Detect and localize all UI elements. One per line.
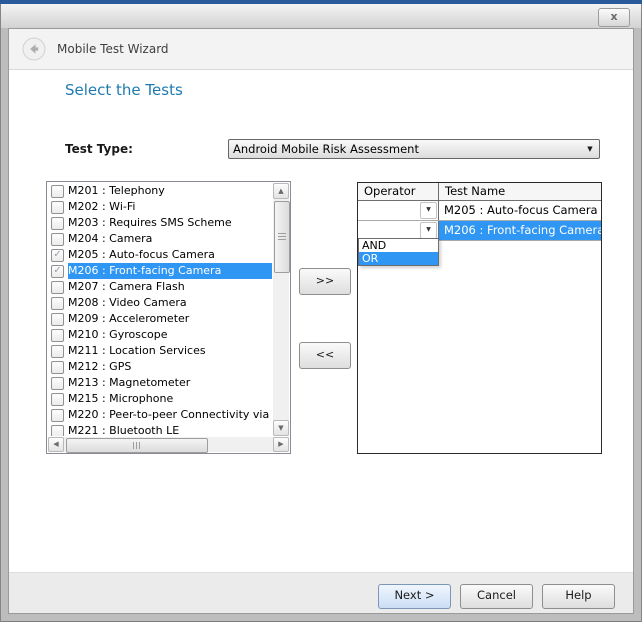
vertical-scrollbar-thumb[interactable] bbox=[274, 201, 290, 273]
horizontal-scrollbar[interactable]: ◀ ▶ bbox=[48, 437, 289, 452]
list-item[interactable]: M211 : Location Services bbox=[48, 343, 272, 359]
list-item-label: M204 : Camera bbox=[68, 231, 272, 247]
horizontal-scrollbar-thumb[interactable] bbox=[66, 438, 208, 453]
list-item[interactable]: M221 : Bluetooth LE bbox=[48, 423, 272, 436]
cancel-button[interactable]: Cancel bbox=[460, 584, 533, 609]
checkbox-icon[interactable] bbox=[51, 297, 64, 310]
test-type-value: Android Mobile Risk Assessment bbox=[229, 142, 581, 156]
list-item[interactable]: M204 : Camera bbox=[48, 231, 272, 247]
operator-dropdown-popup: ANDOR bbox=[358, 238, 439, 266]
list-item[interactable]: ✓ M206 : Front-facing Camera bbox=[48, 263, 272, 279]
checkbox-icon[interactable] bbox=[51, 377, 64, 390]
list-item[interactable]: M203 : Requires SMS Scheme bbox=[48, 215, 272, 231]
list-item[interactable]: M209 : Accelerometer bbox=[48, 311, 272, 327]
list-item-label: M203 : Requires SMS Scheme bbox=[68, 215, 272, 231]
table-row[interactable]: ▼M205 : Auto-focus Camera bbox=[358, 201, 601, 221]
scroll-left-icon[interactable]: ◀ bbox=[48, 437, 64, 452]
close-icon[interactable]: x bbox=[598, 8, 630, 27]
list-item-label: M208 : Video Camera bbox=[68, 295, 272, 311]
vertical-scrollbar[interactable]: ▲ ▼ bbox=[273, 183, 289, 436]
checkbox-icon[interactable] bbox=[51, 409, 64, 422]
operator-column-header: Operator bbox=[358, 183, 439, 200]
list-item[interactable]: M215 : Microphone bbox=[48, 391, 272, 407]
list-item-label: M221 : Bluetooth LE bbox=[68, 423, 272, 436]
table-body: ▼M205 : Auto-focus Camera▼M206 : Front-f… bbox=[358, 201, 601, 241]
scroll-down-icon[interactable]: ▼ bbox=[273, 420, 289, 436]
scroll-right-icon[interactable]: ▶ bbox=[273, 437, 289, 452]
list-item-label: M215 : Microphone bbox=[68, 391, 272, 407]
list-item-label: M210 : Gyroscope bbox=[68, 327, 272, 343]
checkbox-icon[interactable] bbox=[51, 313, 64, 326]
checkbox-icon[interactable] bbox=[51, 217, 64, 230]
list-item-label: M207 : Camera Flash bbox=[68, 279, 272, 295]
checkbox-icon[interactable] bbox=[51, 201, 64, 214]
list-item[interactable]: M213 : Magnetometer bbox=[48, 375, 272, 391]
list-item[interactable]: M207 : Camera Flash bbox=[48, 279, 272, 295]
wizard-window: x Mobile Test Wizard Select the Tests Te… bbox=[0, 0, 642, 622]
list-item-label: M202 : Wi-Fi bbox=[68, 199, 272, 215]
list-item[interactable]: M202 : Wi-Fi bbox=[48, 199, 272, 215]
checkbox-icon[interactable] bbox=[51, 281, 64, 294]
operator-cell[interactable]: ▼ bbox=[358, 201, 439, 220]
chevron-down-icon[interactable]: ▼ bbox=[420, 202, 437, 219]
list-item[interactable]: M201 : Telephony bbox=[48, 183, 272, 199]
selected-tests-table: Operator Test Name ▼M205 : Auto-focus Ca… bbox=[357, 182, 602, 454]
next-button[interactable]: Next > bbox=[378, 584, 451, 609]
step-heading: Select the Tests bbox=[65, 81, 183, 99]
checkbox-icon[interactable] bbox=[51, 233, 64, 246]
operator-option[interactable]: AND bbox=[359, 239, 438, 252]
test-type-select[interactable]: Android Mobile Risk Assessment ▼ bbox=[228, 139, 600, 159]
checkbox-icon[interactable] bbox=[51, 185, 64, 198]
page-title: Mobile Test Wizard bbox=[57, 42, 169, 56]
table-header: Operator Test Name bbox=[358, 183, 601, 201]
test-name-cell: M205 : Auto-focus Camera bbox=[439, 201, 601, 220]
list-item[interactable]: M210 : Gyroscope bbox=[48, 327, 272, 343]
list-item-label: M213 : Magnetometer bbox=[68, 375, 272, 391]
checkbox-checked-icon[interactable]: ✓ bbox=[51, 249, 64, 262]
list-item-label: M205 : Auto-focus Camera bbox=[68, 247, 272, 263]
list-item-label: M212 : GPS bbox=[68, 359, 272, 375]
available-tests-list: M201 : TelephonyM202 : Wi-FiM203 : Requi… bbox=[46, 181, 291, 454]
dialog-footer: Next > Cancel Help bbox=[9, 572, 633, 613]
checkbox-icon[interactable] bbox=[51, 345, 64, 358]
list-item[interactable]: M208 : Video Camera bbox=[48, 295, 272, 311]
test-type-label: Test Type: bbox=[65, 142, 133, 156]
list-item-label: M206 : Front-facing Camera bbox=[68, 263, 272, 279]
list-item-label: M220 : Peer-to-peer Connectivity via Blu… bbox=[68, 407, 272, 423]
list-item-label: M211 : Location Services bbox=[68, 343, 272, 359]
available-tests-rows: M201 : TelephonyM202 : Wi-FiM203 : Requi… bbox=[48, 183, 272, 436]
window-titlebar[interactable]: x bbox=[1, 4, 641, 28]
checkbox-icon[interactable] bbox=[51, 393, 64, 406]
test-name-column-header: Test Name bbox=[439, 183, 601, 200]
list-item[interactable]: M212 : GPS bbox=[48, 359, 272, 375]
add-tests-button[interactable]: >> bbox=[299, 268, 351, 295]
checkbox-icon[interactable] bbox=[51, 425, 64, 437]
list-item-label: M201 : Telephony bbox=[68, 183, 272, 199]
checkbox-icon[interactable] bbox=[51, 361, 64, 374]
help-button[interactable]: Help bbox=[542, 584, 615, 609]
scroll-up-icon[interactable]: ▲ bbox=[273, 183, 289, 199]
chevron-down-icon: ▼ bbox=[581, 145, 599, 153]
dialog-header: Mobile Test Wizard bbox=[9, 29, 633, 70]
list-item[interactable]: M220 : Peer-to-peer Connectivity via Blu… bbox=[48, 407, 272, 423]
list-item-label: M209 : Accelerometer bbox=[68, 311, 272, 327]
list-item[interactable]: ✓ M205 : Auto-focus Camera bbox=[48, 247, 272, 263]
checkbox-icon[interactable] bbox=[51, 329, 64, 342]
chevron-down-icon[interactable]: ▼ bbox=[420, 222, 437, 239]
back-arrow-icon[interactable] bbox=[22, 37, 46, 61]
test-name-cell: M206 : Front-facing Camera bbox=[439, 221, 601, 240]
operator-option[interactable]: OR bbox=[359, 252, 438, 265]
checkbox-checked-icon[interactable]: ✓ bbox=[51, 265, 64, 278]
mobile-test-wizard-dialog: Mobile Test Wizard Select the Tests Test… bbox=[8, 28, 634, 614]
remove-tests-button[interactable]: << bbox=[299, 342, 351, 369]
